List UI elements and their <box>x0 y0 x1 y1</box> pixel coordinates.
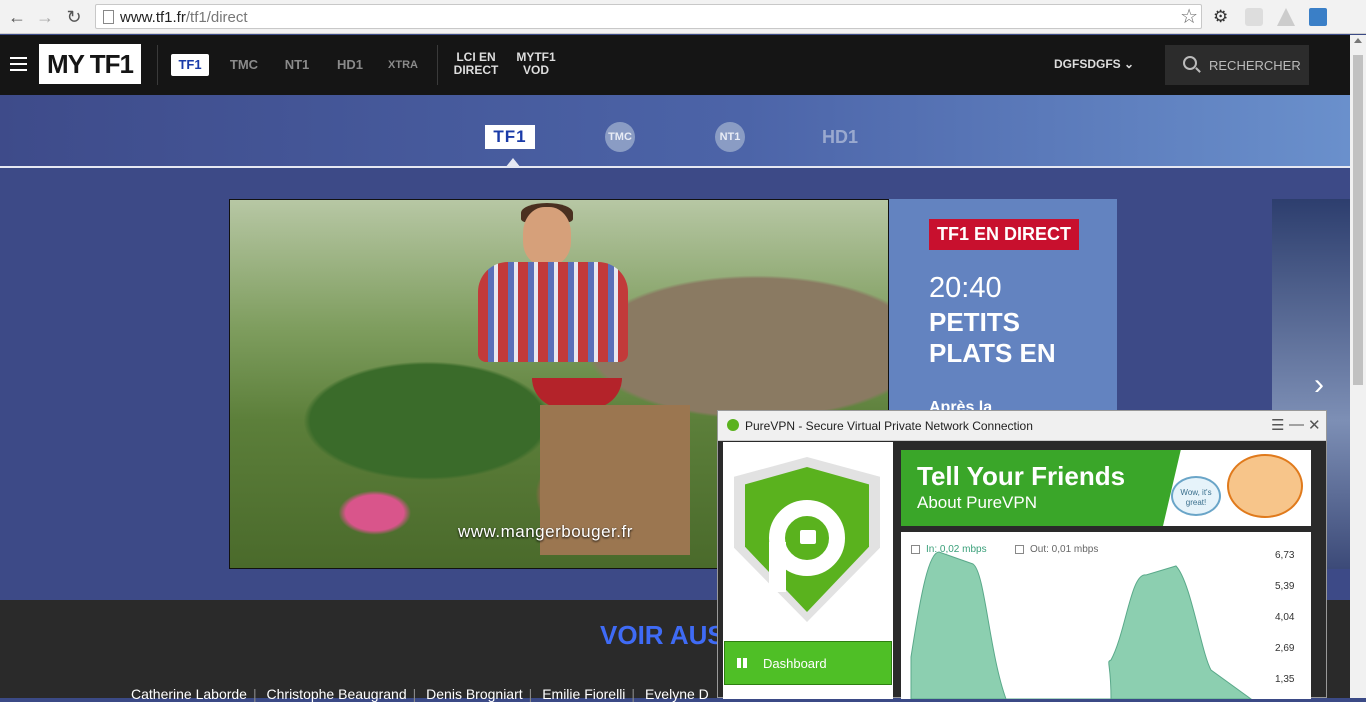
purevpn-app-icon <box>727 419 739 431</box>
extension-s-icon[interactable] <box>1309 8 1327 26</box>
user-menu[interactable]: DGFSDGFS ⌄ <box>1054 57 1134 71</box>
close-icon[interactable]: ✕ <box>1308 416 1321 434</box>
program-title: PETITS PLATS EN <box>929 307 1056 368</box>
channel-tmc[interactable]: TMC <box>229 54 259 76</box>
page-icon <box>103 10 114 24</box>
drive-icon[interactable] <box>1277 8 1295 26</box>
channel-selector: TF1 TMC NT1 HD1 <box>0 95 1350 168</box>
mytf1-vod-link[interactable]: MYTF1 VOD <box>512 51 560 77</box>
channel-tf1[interactable]: TF1 <box>171 54 209 76</box>
y-tick: 6,73 <box>1275 550 1295 561</box>
person-link[interactable]: Catherine Laborde <box>131 686 247 702</box>
y-tick: 5,39 <box>1275 581 1295 592</box>
banner-subtitle: About PureVPN <box>917 493 1038 512</box>
reload-icon[interactable]: ↻ <box>63 6 85 28</box>
bookmark-star-icon[interactable]: ☆ <box>1180 5 1198 29</box>
divider <box>157 45 158 85</box>
url-text: www.tf1.fr/tf1/direct <box>120 9 248 26</box>
grid-icon <box>737 658 747 668</box>
program-time: 20:40 <box>929 272 1002 304</box>
forward-icon[interactable]: → <box>34 6 56 28</box>
divider <box>437 45 438 85</box>
y-tick: 4,04 <box>1275 612 1295 623</box>
gear-icon[interactable]: ⚙ <box>1213 8 1231 26</box>
menu-icon[interactable] <box>10 57 27 71</box>
bandwidth-chart: In: 0,02 mbps Out: 0,01 mbps 6,73 5,39 4… <box>901 532 1311 699</box>
channel-tab-hd1[interactable]: HD1 <box>820 125 860 149</box>
bandwidth-area <box>910 551 1252 699</box>
site-header: MY TF1 TF1 TMC NT1 HD1 XTRA LCI EN DIREC… <box>0 35 1350 95</box>
vpn-titlebar[interactable]: PureVPN - Secure Virtual Private Network… <box>718 411 1326 441</box>
minimize-icon[interactable]: — <box>1289 416 1304 433</box>
people-links: Catherine Laborde | Christophe Beaugrand |… <box>131 686 709 702</box>
channel-tab-nt1[interactable]: NT1 <box>715 122 745 152</box>
search-label: RECHERCHER <box>1209 58 1301 73</box>
speech-bubble: Wow, it's great! <box>1171 476 1221 516</box>
promo-banner[interactable]: Tell Your Friends About PureVPN Wow, it'… <box>901 450 1311 526</box>
presenter-figure <box>478 203 628 402</box>
active-channel-indicator <box>505 158 521 168</box>
vpn-sidebar: Dashboard <box>723 442 893 699</box>
scroll-thumb[interactable] <box>1353 55 1363 385</box>
channel-hd1[interactable]: HD1 <box>334 54 366 76</box>
lock-icon <box>800 530 816 544</box>
mytf1-logo[interactable]: MY TF1 <box>39 44 141 84</box>
person-link[interactable]: Denis Brogniart <box>426 686 523 702</box>
search-button[interactable]: RECHERCHER <box>1165 45 1309 85</box>
page-scrollbar[interactable] <box>1350 35 1366 698</box>
person-link[interactable]: Evelyne D <box>645 686 709 702</box>
mascot-bubble-icon <box>1227 454 1303 518</box>
section-heading: VOIR AUS <box>600 620 725 650</box>
bowl-figure <box>532 378 622 408</box>
search-icon <box>1183 56 1197 70</box>
banner-title: Tell Your Friends <box>917 461 1126 491</box>
y-tick: 1,35 <box>1275 674 1295 685</box>
lci-direct-link[interactable]: LCI EN DIRECT <box>452 51 500 77</box>
vpn-window-title: PureVPN - Secure Virtual Private Network… <box>745 419 1033 433</box>
channel-xtra[interactable]: XTRA <box>387 54 419 76</box>
scroll-up-icon[interactable] <box>1354 38 1362 43</box>
channel-tab-tf1[interactable]: TF1 <box>485 125 535 149</box>
browser-toolbar: ← → ↻ www.tf1.fr/tf1/direct ☆ ⚙ <box>0 0 1366 34</box>
y-tick: 2,69 <box>1275 643 1295 654</box>
purevpn-window: PureVPN - Secure Virtual Private Network… <box>717 410 1327 699</box>
chevron-down-icon: ⌄ <box>1124 57 1135 71</box>
channel-nt1[interactable]: NT1 <box>283 54 311 76</box>
address-bar[interactable]: www.tf1.fr/tf1/direct ☆ <box>95 4 1202 29</box>
dashboard-button[interactable]: Dashboard <box>724 641 892 685</box>
person-link[interactable]: Christophe Beaugrand <box>267 686 407 702</box>
live-badge: TF1 EN DIRECT <box>929 219 1080 250</box>
chevron-right-icon[interactable]: › <box>1314 368 1324 402</box>
menu-icon[interactable]: ☰ <box>1271 416 1284 434</box>
extension-icon[interactable] <box>1245 8 1263 26</box>
video-watermark: www.mangerbouger.fr <box>458 522 633 541</box>
person-link[interactable]: Emilie Fiorelli <box>542 686 625 702</box>
back-icon[interactable]: ← <box>6 6 28 28</box>
channel-tab-tmc[interactable]: TMC <box>605 122 635 152</box>
